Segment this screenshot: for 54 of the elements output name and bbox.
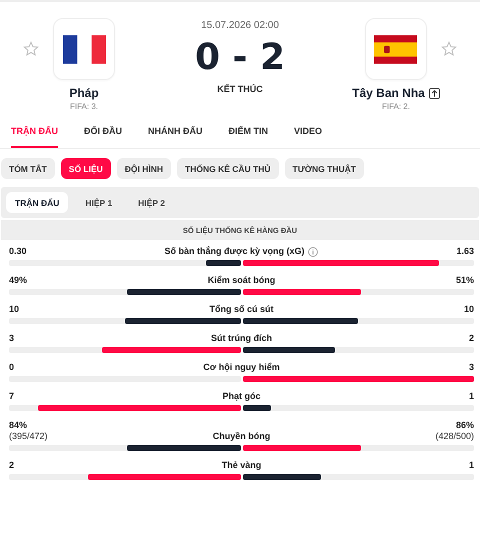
stat-value: 2 — [468, 333, 474, 344]
stat-value: 10 — [464, 304, 474, 315]
stat-label: Sút trúng đích — [211, 333, 272, 344]
flag-card[interactable] — [364, 18, 427, 80]
pill-tab[interactable]: ĐỘI HÌNH — [116, 158, 172, 179]
stat-value: 86% — [456, 420, 474, 431]
stat-label: Kiểm soát bóng — [208, 275, 276, 286]
stat-value: 0.30 — [9, 246, 28, 257]
stat-value: 1 — [468, 391, 474, 402]
fifa-rank: FIFA: 3. — [70, 102, 98, 111]
pill-tab[interactable]: SỐ LIỆU — [60, 158, 111, 179]
stat-value: 2 — [9, 460, 16, 471]
stat-label: Tổng số cú sút — [210, 304, 274, 315]
match-score: 0 - 2 — [194, 37, 286, 78]
stat-value: 84% — [9, 420, 28, 431]
match-date: 15.07.2026 02:00 — [201, 20, 279, 31]
stat-value: 51% — [456, 275, 474, 286]
tab[interactable]: VIDEO — [294, 114, 322, 148]
stat-value: 49% — [9, 275, 28, 286]
stat-value: 0 — [9, 362, 16, 373]
stat-value: 10 — [9, 304, 20, 315]
period-tab[interactable]: HIỆP 2 — [129, 192, 174, 213]
stat-label: Cơ hội nguy hiểm — [203, 362, 280, 373]
pill-tab[interactable]: THỐNG KÊ CẦU THỦ — [177, 158, 279, 179]
team-name[interactable]: Pháp — [69, 86, 99, 100]
stat-label: Phạt góc — [222, 391, 260, 402]
stat-label: Thẻ vàng — [222, 460, 262, 471]
stat-value: 7 — [9, 391, 16, 402]
flag-icon — [374, 34, 418, 64]
stat-value: 1.63 — [456, 246, 474, 257]
star-icon[interactable] — [440, 41, 457, 57]
pill-tab[interactable]: TÓM TẮT — [1, 158, 55, 179]
match-status: KẾT THÚC — [217, 84, 263, 94]
tab[interactable]: TRẬN ĐẤU — [11, 114, 58, 148]
flag-card[interactable] — [53, 18, 115, 80]
pill-tab[interactable]: TƯỜNG THUẬT — [284, 158, 364, 179]
period-tab[interactable]: HIỆP 1 — [76, 192, 122, 213]
stat-detail: (428/500) — [435, 431, 474, 442]
team-name[interactable]: Tây Ban Nha — [352, 86, 425, 100]
stat-label: Số bàn thắng được kỳ vọng (xG) — [164, 246, 304, 257]
period-tab[interactable]: TRẬN ĐẤU — [6, 192, 68, 213]
flag-icon — [62, 34, 106, 64]
stat-label: Chuyền bóng — [212, 431, 270, 442]
stat-detail: (395/472) — [9, 431, 49, 442]
tab[interactable]: ĐỐI ĐẦU — [84, 114, 122, 148]
stat-value: 3 — [9, 333, 16, 344]
star-icon[interactable] — [23, 41, 39, 57]
info-icon[interactable] — [308, 246, 318, 256]
tab[interactable]: NHÁNH ĐẤU — [148, 114, 202, 148]
stat-value: 3 — [468, 362, 474, 373]
fifa-rank: FIFA: 2. — [382, 102, 410, 111]
up-arrow-icon — [428, 88, 440, 98]
tab[interactable]: ĐIỂM TIN — [228, 114, 268, 148]
stat-value: 1 — [468, 460, 474, 471]
